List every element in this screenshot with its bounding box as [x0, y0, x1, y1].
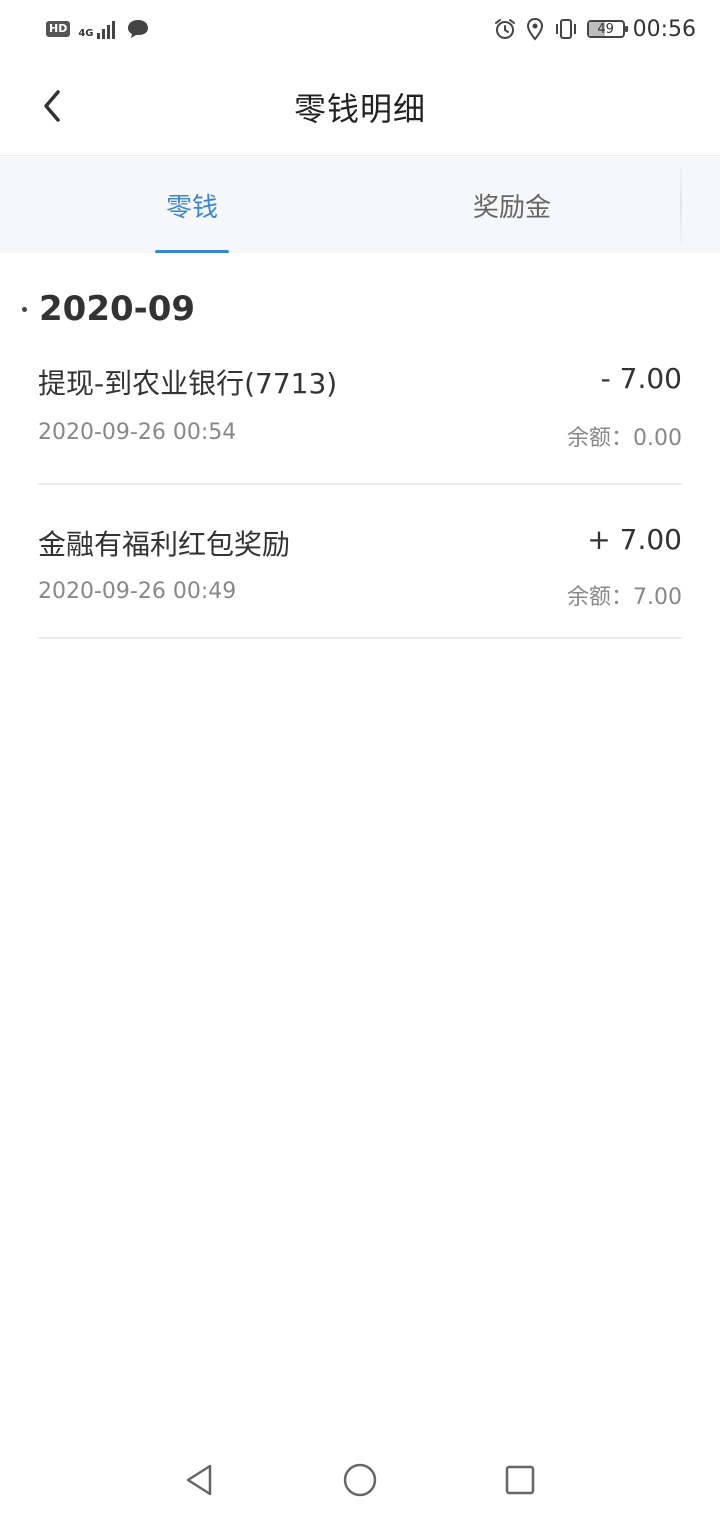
battery-icon: 49 [586, 20, 628, 38]
back-button[interactable] [28, 82, 76, 130]
status-bar: HD 4G 49 00:56 [0, 0, 720, 58]
status-right: 49 00:56 [493, 17, 696, 42]
screen: HD 4G 49 00:56 零钱明细 零钱 奖励金 2020-09 提现-到农… [0, 0, 720, 1520]
transaction-title: 提现-到农业银行(7713) [38, 367, 338, 400]
transaction-balance: 余额：7.00 [567, 585, 682, 610]
tab-change[interactable]: 零钱 [32, 157, 352, 253]
transaction-amount: + 7.00 [587, 523, 682, 556]
chevron-left-icon [44, 90, 60, 122]
message-icon [127, 20, 148, 38]
nav-back-button[interactable] [175, 1455, 225, 1505]
signal-icon [96, 21, 115, 39]
hd-badge: HD [46, 21, 71, 37]
tab-bar: 零钱 奖励金 [0, 157, 720, 253]
battery-level: 49 [597, 21, 614, 37]
tab-active-indicator [155, 250, 229, 253]
tab-rewards-label: 奖励金 [472, 192, 551, 223]
square-recents-icon [505, 1465, 535, 1495]
month-bullet-icon [22, 306, 27, 312]
month-label: 2020-09 [39, 289, 196, 329]
circle-home-icon [343, 1463, 377, 1497]
status-left: HD 4G [46, 18, 150, 40]
tab-change-label: 零钱 [165, 192, 218, 223]
location-icon [526, 17, 543, 41]
transaction-title: 金融有福利红包奖励 [38, 528, 291, 561]
transaction-list: 提现-到农业银行(7713) - 7.00 2020-09-26 00:54 余… [38, 340, 682, 639]
transaction-time: 2020-09-26 00:54 [38, 420, 237, 445]
transaction-amount: - 7.00 [600, 362, 682, 395]
nav-recents-button[interactable] [495, 1455, 545, 1505]
alarm-icon [494, 19, 515, 39]
triangle-back-icon [186, 1464, 212, 1496]
status-time: 00:56 [632, 16, 696, 42]
list-item[interactable]: 金融有福利红包奖励 + 7.00 2020-09-26 00:49 余额：7.0… [38, 485, 682, 639]
network-signal: 4G [78, 19, 117, 39]
transaction-time: 2020-09-26 00:49 [38, 579, 237, 604]
page-title: 零钱明细 [293, 89, 426, 128]
month-header: 2020-09 [22, 285, 195, 333]
header: 零钱明细 [0, 58, 720, 156]
system-nav-bar [0, 1440, 720, 1520]
nav-home-button[interactable] [335, 1455, 385, 1505]
vibrate-icon [555, 19, 576, 39]
transaction-balance: 余额：0.00 [567, 426, 682, 451]
tab-rewards[interactable]: 奖励金 [352, 157, 672, 253]
list-item[interactable]: 提现-到农业银行(7713) - 7.00 2020-09-26 00:54 余… [38, 340, 682, 485]
network-type: 4G [78, 28, 94, 39]
tab-scroll-edge [680, 167, 682, 243]
